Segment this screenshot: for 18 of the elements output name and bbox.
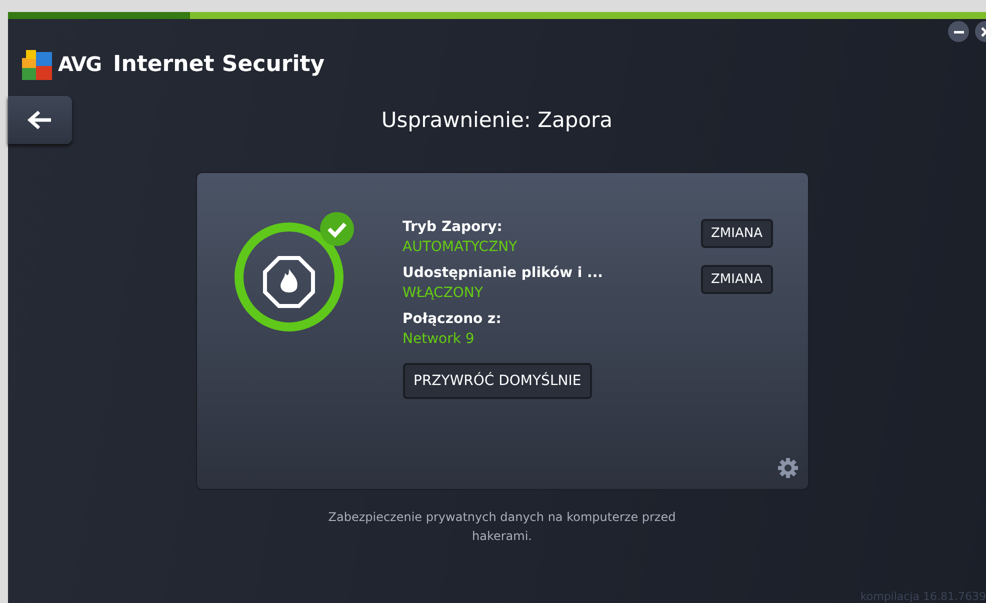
description-text: Zabezpieczenie prywatnych danych na komputerze przed hakerami. (327, 509, 677, 545)
setting-value: WŁĄCZONY (402, 285, 484, 301)
logo-icon (22, 48, 52, 80)
back-button[interactable] (8, 96, 72, 144)
change-button[interactable]: ZMIANA (701, 265, 772, 294)
change-button[interactable]: ZMIANA (701, 219, 772, 248)
setting-label: Udostępnianie plików i ... (402, 265, 604, 281)
settings-icon[interactable] (776, 457, 798, 479)
setting-label: Tryb Zapory: (402, 219, 504, 235)
setting-value: AUTOMATYCZNY (402, 239, 518, 255)
page-heading: Usprawnienie: Zapora (381, 108, 613, 132)
restore-defaults-button[interactable]: PRZYWRÓĆ DOMYŚLNIE (402, 363, 592, 399)
arrow-left-icon (27, 110, 53, 130)
setting-label: Połączono z: (402, 311, 502, 327)
setting-value: Network 9 (402, 331, 476, 347)
brand-name: AVG (58, 52, 102, 76)
minimize-button[interactable] (948, 21, 969, 42)
app-title: Internet Security (113, 52, 325, 76)
